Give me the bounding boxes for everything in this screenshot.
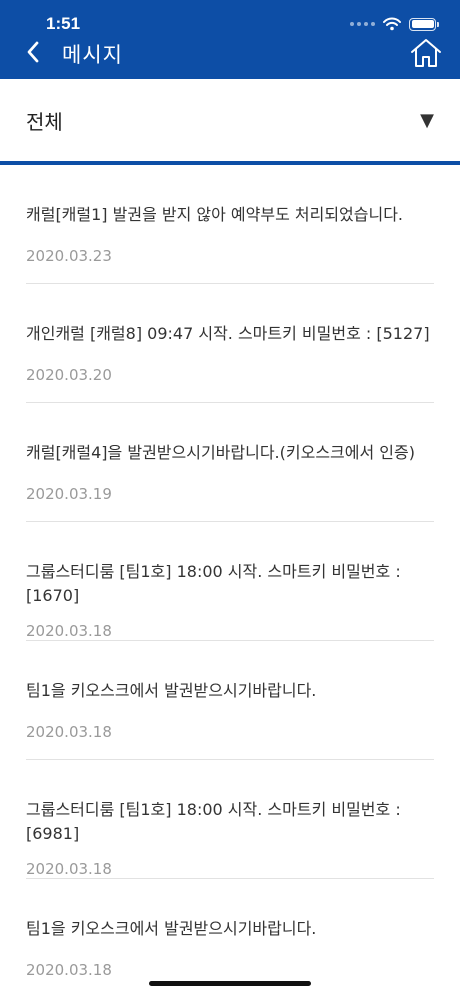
chevron-left-icon <box>27 41 39 63</box>
message-item[interactable]: 팀1을 키오스크에서 발권받으시기바랍니다. 2020.03.18 <box>26 879 434 996</box>
message-text: 캐럴[캐럴4]을 발권받으시기바랍니다.(키오스크에서 인증) <box>26 443 415 462</box>
message-text: 그룹스터디룸 [팀1호] 18:00 시작. 스마트키 비밀번호 : [1670… <box>26 562 401 605</box>
message-text: 팀1을 키오스크에서 발권받으시기바랍니다. <box>26 681 317 700</box>
message-text: 팀1을 키오스크에서 발권받으시기바랍니다. <box>26 919 317 938</box>
message-text: 개인캐럴 [캐럴8] 09:47 시작. 스마트키 비밀번호 : [5127] <box>26 324 430 343</box>
message-item[interactable]: 개인캐럴 [캐럴8] 09:47 시작. 스마트키 비밀번호 : [5127] … <box>26 284 434 403</box>
home-button[interactable] <box>408 36 444 70</box>
message-date: 2020.03.18 <box>26 723 112 741</box>
message-item[interactable]: 캐럴[캐럴1] 발권을 받지 않아 예약부도 처리되었습니다. 2020.03.… <box>26 165 434 284</box>
message-text: 캐럴[캐럴1] 발권을 받지 않아 예약부도 처리되었습니다. <box>26 205 404 224</box>
message-item[interactable]: 팀1을 키오스크에서 발권받으시기바랍니다. 2020.03.18 <box>26 641 434 760</box>
signal-icon <box>350 22 375 26</box>
home-icon <box>411 39 441 67</box>
message-item[interactable]: 그룹스터디룸 [팀1호] 18:00 시작. 스마트키 비밀번호 : [6981… <box>26 760 434 879</box>
message-item[interactable]: 그룹스터디룸 [팀1호] 18:00 시작. 스마트키 비밀번호 : [1670… <box>26 522 434 641</box>
dropdown-arrow-icon: ▼ <box>420 109 434 131</box>
message-date: 2020.03.18 <box>26 961 112 979</box>
home-indicator[interactable] <box>149 981 311 986</box>
message-item[interactable]: 캐럴[캐럴4]을 발권받으시기바랍니다.(키오스크에서 인증) 2020.03.… <box>26 403 434 522</box>
message-date: 2020.03.18 <box>26 622 112 640</box>
message-date: 2020.03.20 <box>26 366 112 384</box>
message-date: 2020.03.18 <box>26 860 112 878</box>
message-date: 2020.03.23 <box>26 247 112 265</box>
page-title: 메시지 <box>62 43 123 67</box>
battery-icon <box>409 17 439 31</box>
message-text: 그룹스터디룸 [팀1호] 18:00 시작. 스마트키 비밀번호 : [6981… <box>26 800 401 843</box>
message-list: 캐럴[캐럴1] 발권을 받지 않아 예약부도 처리되었습니다. 2020.03.… <box>0 165 460 996</box>
wifi-icon <box>383 17 401 31</box>
status-indicators <box>350 15 439 33</box>
filter-dropdown[interactable]: 전체 ▼ <box>0 79 460 161</box>
filter-selected-value: 전체 <box>26 109 63 134</box>
message-date: 2020.03.19 <box>26 485 112 503</box>
screen: 1:51 메시지 전체 ▼ 캐럴[캐럴1] 발권을 받지 않아 예약부도 처리되… <box>0 0 460 996</box>
status-time: 1:51 <box>46 14 81 33</box>
app-header: 1:51 메시지 <box>0 0 460 79</box>
back-button[interactable] <box>18 36 48 68</box>
